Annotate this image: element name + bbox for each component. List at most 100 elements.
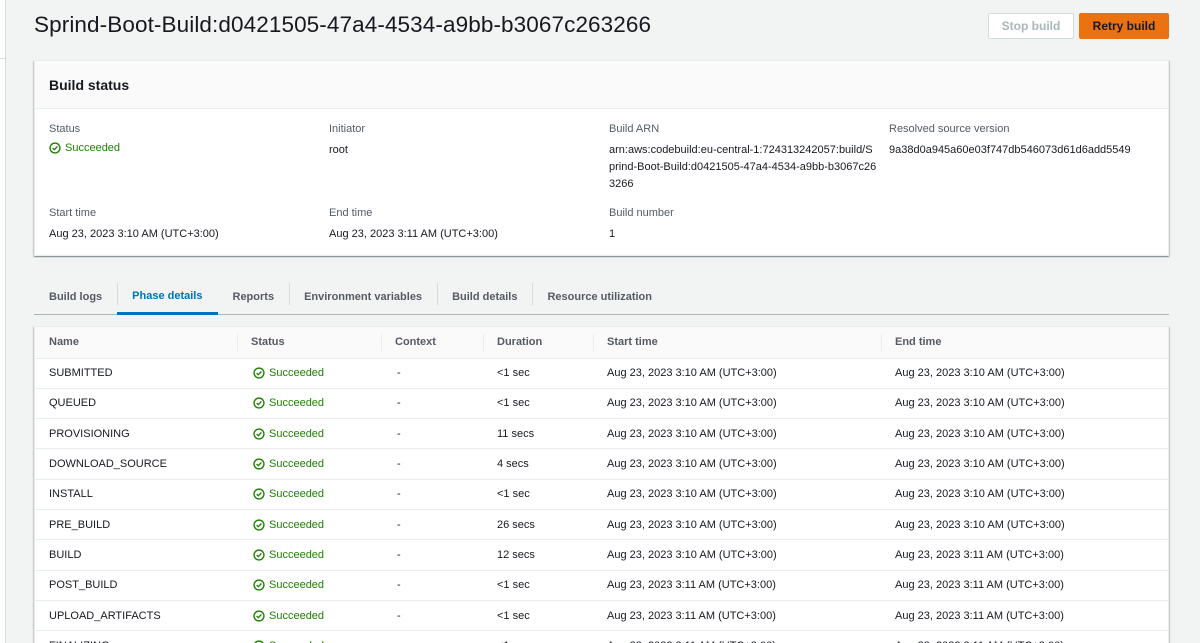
phase-name: POST_BUILD — [49, 579, 118, 592]
phase-end-time: Aug 23, 2023 3:10 AM (UTC+3:00) — [895, 427, 1065, 440]
initiator-field: Initiator root — [329, 123, 599, 159]
phase-name: PRE_BUILD — [49, 518, 111, 531]
tab-build-logs[interactable]: Build logs — [34, 279, 117, 315]
table-row: PRE_BUILD Succeeded - 26 secs Aug 23, 2023 3… — [35, 509, 1168, 540]
phase-start-time: Aug 23, 2023 3:11 AM (UTC+3:00) — [607, 609, 776, 622]
phase-duration: 11 secs — [497, 427, 535, 440]
phase-context: - — [397, 397, 401, 410]
phase-status-text: Succeeded — [269, 488, 325, 501]
phase-duration: 4 secs — [497, 458, 529, 471]
phase-context: - — [397, 518, 401, 531]
tab-reports[interactable]: Reports — [218, 279, 290, 315]
check-circle-icon — [253, 579, 265, 591]
column-header-duration[interactable]: Duration — [483, 327, 593, 359]
start-time-field: Start time Aug 23, 2023 3:10 AM (UTC+3:0… — [49, 207, 319, 243]
phase-start-time: Aug 23, 2023 3:10 AM (UTC+3:00) — [607, 397, 777, 410]
phase-duration: <1 sec — [497, 397, 530, 410]
phase-status: Succeeded — [237, 358, 381, 388]
phase-name: SUBMITTED — [49, 367, 113, 380]
phase-start-time: Aug 23, 2023 3:10 AM (UTC+3:00) — [607, 427, 777, 440]
phase-status: Succeeded — [237, 631, 381, 643]
phase-start-time: Aug 23, 2023 3:11 AM (UTC+3:00) — [593, 631, 881, 643]
end-time-label: End time — [329, 207, 373, 219]
phase-status-text: Succeeded — [269, 427, 325, 440]
phase-status-badge: Succeeded — [253, 519, 381, 531]
build-number-field: Build number 1 — [609, 207, 879, 243]
table-row: FINALIZINGSucceeded-<1 secAug 23, 2023 3… — [35, 631, 1168, 643]
phase-end-time: Aug 23, 2023 3:11 AM (UTC+3:00) — [895, 548, 1064, 561]
phase-status-text: Succeeded — [269, 609, 325, 622]
column-header-start-time[interactable]: Start time — [593, 327, 881, 359]
phase-status: Succeeded — [237, 600, 381, 630]
tab-phase-details[interactable]: Phase details — [117, 279, 218, 315]
end-time-field: End time Aug 23, 2023 3:11 AM (UTC+3:00) — [329, 207, 599, 243]
column-header-name[interactable]: Name — [35, 327, 237, 359]
tab-resource-utilization[interactable]: Resource utilization — [532, 279, 667, 315]
phase-start-time: Aug 23, 2023 3:11 AM (UTC+3:00) — [607, 579, 776, 592]
phase-end-time: Aug 23, 2023 3:10 AM (UTC+3:00) — [895, 397, 1065, 410]
column-header-status[interactable]: Status — [237, 327, 381, 359]
check-circle-icon — [253, 367, 265, 379]
build-status-header: Build status — [35, 61, 1168, 109]
phase-status-text: Succeeded — [269, 518, 325, 531]
phase-duration: <1 sec — [497, 579, 530, 592]
phase-status-text: Succeeded — [269, 367, 325, 380]
column-header-end-time[interactable]: End time — [881, 327, 1168, 359]
initiator-label: Initiator — [329, 123, 366, 135]
phase-duration: <1 sec — [497, 488, 530, 501]
navigation-rail — [0, 0, 6, 643]
stop-build-button[interactable]: Stop build — [988, 13, 1074, 39]
phase-status: Succeeded — [237, 570, 381, 600]
phase-status-text: Succeeded — [269, 397, 325, 410]
phase-status-text: Succeeded — [269, 458, 325, 471]
retry-build-button[interactable]: Retry build — [1079, 13, 1169, 39]
phase-end-time: Aug 23, 2023 3:10 AM (UTC+3:00) — [895, 458, 1065, 471]
table-row: PROVISIONING Succeeded - 11 secs Aug 23, 202… — [35, 419, 1168, 449]
check-circle-icon — [253, 519, 265, 531]
phase-status-badge: Succeeded — [253, 610, 381, 622]
phase-context: - — [397, 427, 401, 440]
phase-name: DOWNLOAD_SOURCE — [49, 458, 167, 471]
phase-status-badge: Succeeded — [253, 579, 381, 591]
table-row: BUILD Succeeded - 12 secs Aug 23, 2023 3:10 … — [35, 540, 1168, 571]
phase-end-time: Aug 23, 2023 3:11 AM (UTC+3:00) — [895, 609, 1064, 622]
header-actions: Stop build Retry build — [988, 13, 1169, 39]
phase-context: - — [381, 631, 483, 643]
build-number-label: Build number — [609, 207, 674, 219]
column-header-context[interactable]: Context — [381, 327, 483, 359]
phase-start-time: Aug 23, 2023 3:10 AM (UTC+3:00) — [607, 488, 777, 501]
phase-duration: <1 sec — [483, 631, 593, 643]
table-row: SUBMITTED Succeeded - <1 sec Aug 23, 2023 3:… — [35, 358, 1168, 389]
check-circle-icon — [253, 397, 265, 410]
phase-duration: <1 sec — [497, 609, 530, 622]
phase-duration: 12 secs — [497, 548, 535, 561]
initiator-value: root — [329, 144, 348, 156]
phase-status: Succeeded — [237, 419, 381, 449]
phase-start-time: Aug 23, 2023 3:10 AM (UTC+3:00) — [607, 548, 777, 561]
phase-status: Succeeded — [237, 449, 381, 479]
phase-end-time: Aug 23, 2023 3:11 AM (UTC+3:00) — [881, 631, 1168, 643]
build-status-title: Build status — [49, 77, 130, 93]
tab-environment-variables[interactable]: Environment variables — [289, 279, 437, 315]
build-status-panel: Build status Status Succeeded Initiator … — [34, 60, 1169, 256]
phase-details-table: Name Status Context Duration Start time … — [35, 327, 1168, 643]
tab-build-details[interactable]: Build details — [437, 279, 532, 315]
check-circle-icon — [253, 488, 265, 500]
table-header-row: Name Status Context Duration Start time … — [35, 327, 1168, 359]
phase-status-badge: Succeeded — [253, 488, 381, 500]
status-value-text: Succeeded — [65, 142, 121, 154]
status-value: Succeeded — [49, 142, 319, 154]
build-arn-field: Build ARN arn:aws:codebuild:eu-central-1… — [609, 123, 877, 193]
build-number-value: 1 — [609, 228, 616, 240]
source-version-label: Resolved source version — [889, 123, 1010, 135]
page-header: Sprind-Boot-Build:d0421505-47a4-4534-a9b… — [34, 0, 1170, 52]
phase-end-time: Aug 23, 2023 3:10 AM (UTC+3:00) — [895, 367, 1065, 380]
phase-context: - — [397, 609, 401, 622]
build-arn-label: Build ARN — [609, 123, 660, 135]
phase-status-text: Succeeded — [269, 548, 325, 561]
phase-status-text: Succeeded — [269, 579, 325, 592]
phase-context: - — [397, 367, 401, 380]
build-arn-value: arn:aws:codebuild:eu-central-1:724313242… — [609, 144, 877, 190]
phase-name: QUEUED — [49, 397, 97, 410]
phase-context: - — [397, 488, 401, 501]
